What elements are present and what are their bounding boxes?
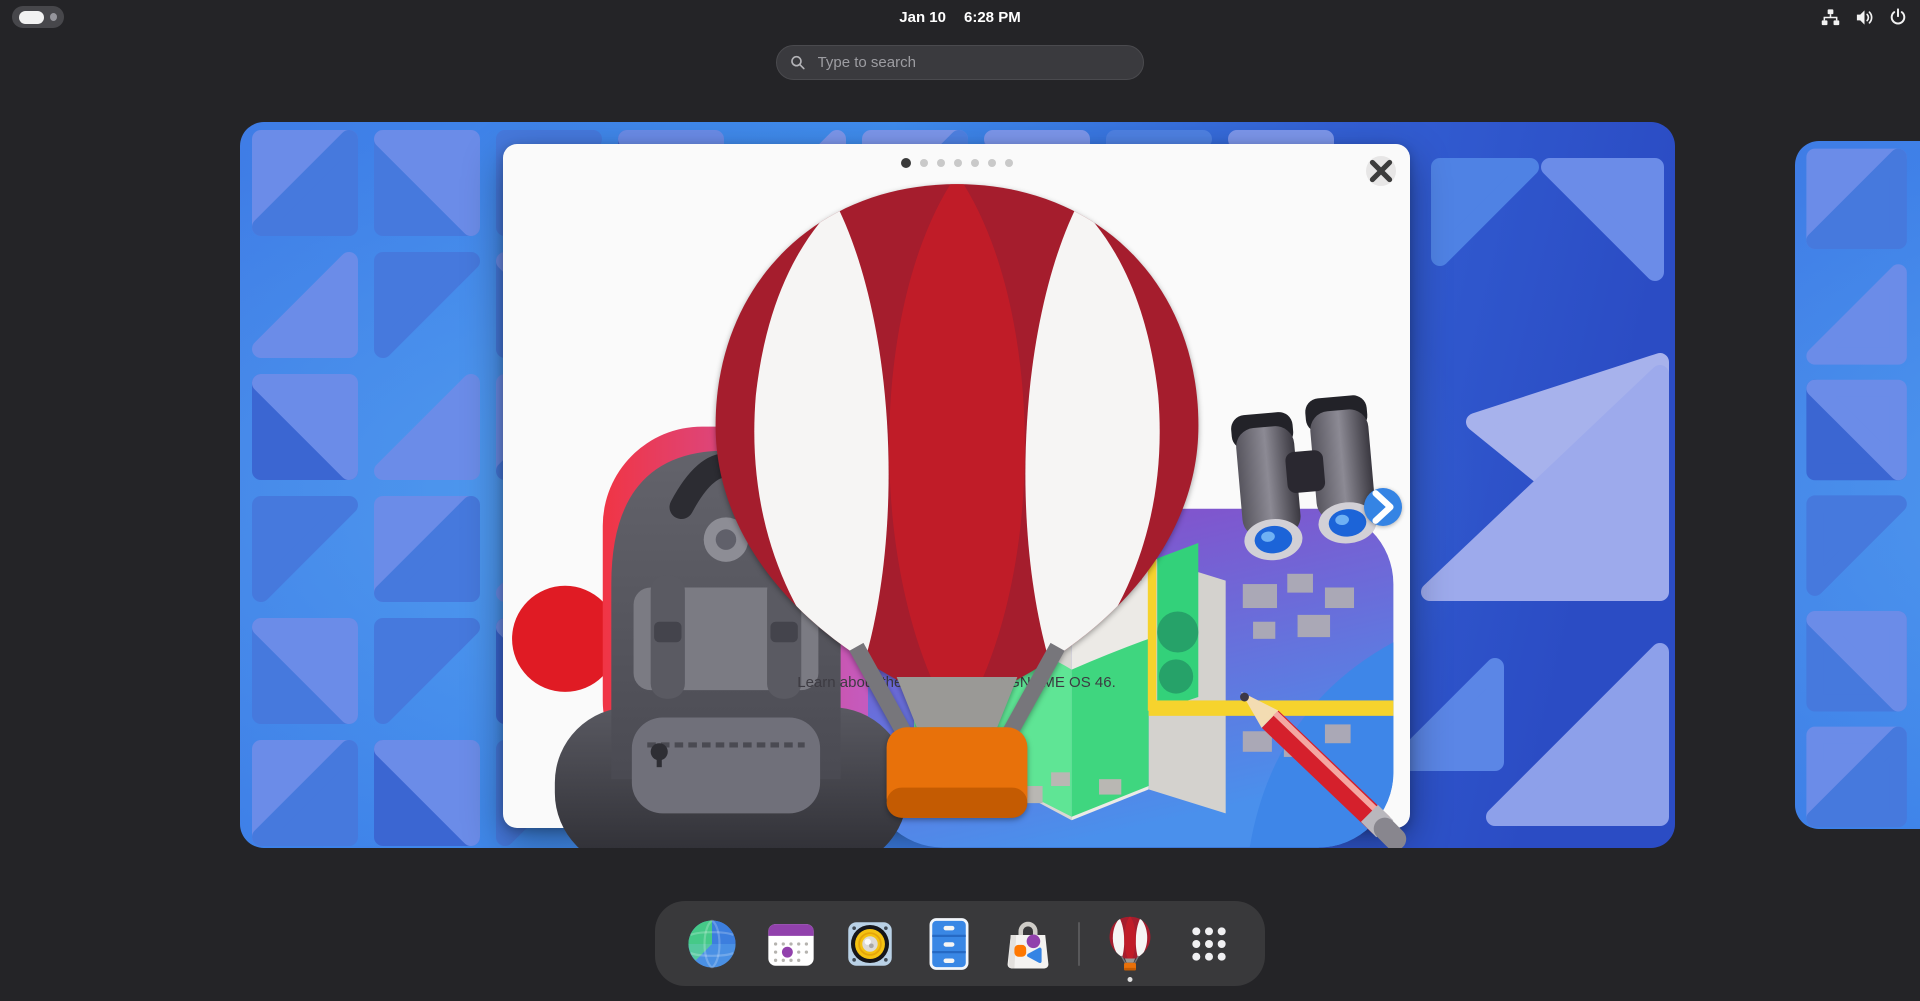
search-bar[interactable]	[776, 45, 1144, 80]
show-apps-button[interactable]	[1180, 915, 1238, 973]
search-input[interactable]	[816, 53, 1130, 72]
web-globe-icon	[683, 915, 741, 973]
hot-air-balloon-icon	[1101, 915, 1159, 973]
dock-separator	[1078, 922, 1080, 966]
gnome-overview: Jan 10 6:28 PM	[0, 0, 1920, 1001]
dock-app-software[interactable]	[999, 915, 1057, 973]
volume-icon	[1855, 8, 1874, 27]
dock-app-files[interactable]	[920, 915, 978, 973]
workspace-thumbnail-2[interactable]	[1795, 141, 1920, 829]
top-bar: Jan 10 6:28 PM	[0, 0, 1920, 34]
app-grid-icon	[1180, 915, 1238, 973]
search-icon	[790, 54, 806, 71]
dock-app-music[interactable]	[841, 915, 899, 973]
network-wired-icon	[1821, 8, 1840, 27]
tour-window-app-icon[interactable]	[503, 164, 1410, 848]
dock-app-tour[interactable]	[1101, 915, 1159, 973]
running-indicator	[1127, 977, 1132, 982]
clock-date: Jan 10	[899, 9, 946, 26]
calendar-icon	[762, 915, 820, 973]
speaker-icon	[841, 915, 899, 973]
dock	[655, 901, 1265, 986]
tour-window[interactable]: Start the Tour Learn about the key featu…	[503, 144, 1410, 828]
wallpaper	[1795, 141, 1920, 829]
dock-app-web[interactable]	[683, 915, 741, 973]
clock-time: 6:28 PM	[964, 9, 1021, 26]
clock[interactable]: Jan 10 6:28 PM	[0, 0, 1920, 34]
system-status-area[interactable]	[1821, 0, 1907, 34]
dock-app-calendar[interactable]	[762, 915, 820, 973]
workspace-thumbnail-1[interactable]: Start the Tour Learn about the key featu…	[240, 122, 1675, 848]
file-cabinet-icon	[920, 915, 978, 973]
power-icon	[1889, 8, 1907, 26]
shopping-bag-icon	[999, 915, 1057, 973]
